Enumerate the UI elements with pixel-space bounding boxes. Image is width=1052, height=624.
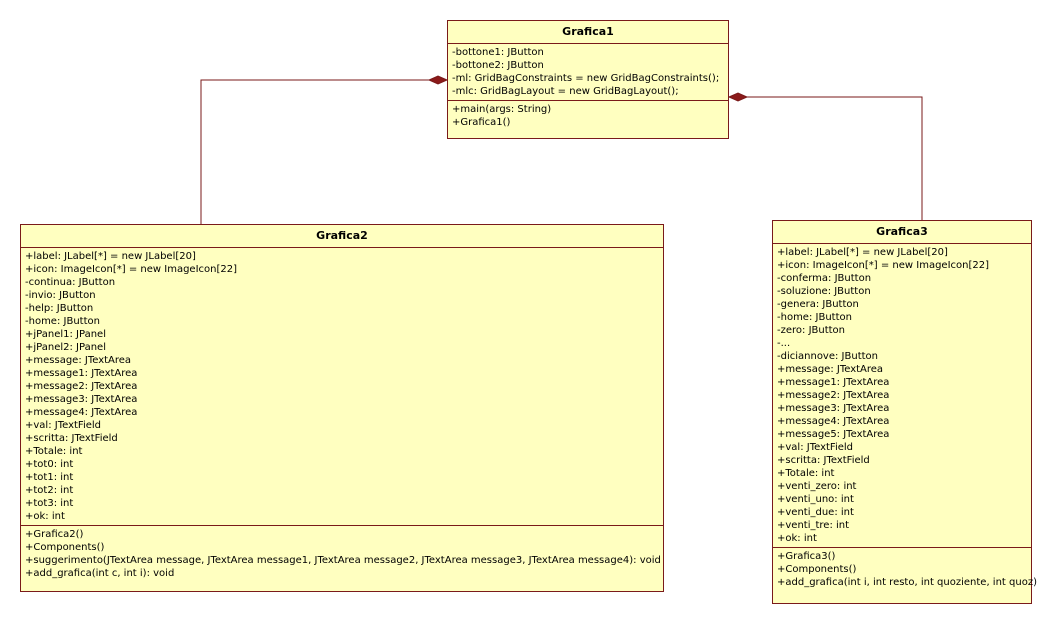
attribute-line: +Totale: int <box>777 468 835 479</box>
operation-line: +add_grafica(int i, int resto, int quozi… <box>777 577 1037 588</box>
attribute-line: -home: JButton <box>777 312 852 323</box>
attribute-line: +message: JTextArea <box>25 355 132 366</box>
attribute-line: +message4: JTextArea <box>25 407 138 418</box>
operation-line: +suggerimento(JTextArea message, JTextAr… <box>25 555 661 566</box>
attribute-line: +message2: JTextArea <box>777 390 890 401</box>
attributes-section: +label: JLabel[*] = new JLabel[20] +icon:… <box>773 244 1031 547</box>
attribute-line: +message: JTextArea <box>777 364 884 375</box>
attribute-line: +jPanel1: JPanel <box>25 329 106 340</box>
attribute-line: +message1: JTextArea <box>25 368 138 379</box>
class-name: Grafica1 <box>448 21 728 44</box>
attribute-line: -conferma: JButton <box>777 273 872 284</box>
attribute-line: +tot2: int <box>25 485 74 496</box>
attribute-line: +scritta: JTextField <box>777 455 870 466</box>
class-name: Grafica3 <box>773 221 1031 244</box>
operations-section: +Grafica3() +Components() +add_grafica(int… <box>773 547 1037 591</box>
attribute-line: -soluzione: JButton <box>777 286 871 297</box>
attribute-line: -diciannove: JButton <box>777 351 878 362</box>
attribute-line: -invio: JButton <box>25 290 96 301</box>
attribute-line: -continua: JButton <box>25 277 116 288</box>
attribute-line: +label: JLabel[*] = new JLabel[20] <box>777 247 948 258</box>
operation-line: +Components() <box>777 564 857 575</box>
attribute-line: +tot0: int <box>25 459 74 470</box>
attribute-line: +venti_zero: int <box>777 481 857 492</box>
attribute-line: +message3: JTextArea <box>25 394 138 405</box>
attribute-line: -home: JButton <box>25 316 100 327</box>
attribute-line: +label: JLabel[*] = new JLabel[20] <box>25 251 196 262</box>
attribute-line: +message4: JTextArea <box>777 416 890 427</box>
class-grafica3[interactable]: Grafica3 +label: JLabel[*] = new JLabel[… <box>772 220 1037 604</box>
attribute-line: +val: JTextField <box>25 420 102 431</box>
composition-diamond-grafica2 <box>427 75 449 85</box>
attribute-line: -zero: JButton <box>777 325 846 336</box>
attribute-line: -help: JButton <box>25 303 94 314</box>
class-grafica1[interactable]: Grafica1 -bottone1: JButton -bottone2: JB… <box>447 20 729 139</box>
operation-line: +add_grafica(int c, int i): void <box>25 568 175 579</box>
attribute-line: +venti_uno: int <box>777 494 854 505</box>
attribute-line: +message5: JTextArea <box>777 429 890 440</box>
operation-line: +Components() <box>25 542 105 553</box>
attributes-section: -bottone1: JButton -bottone2: JButton -ml:… <box>448 44 728 100</box>
attribute-line: +ok: int <box>25 511 65 522</box>
attribute-line: -ml: GridBagConstraints = new GridBagCon… <box>452 73 720 84</box>
operation-line: +Grafica3() <box>777 551 836 562</box>
attribute-line: +jPanel2: JPanel <box>25 342 106 353</box>
attribute-line: +ok: int <box>777 533 817 544</box>
operation-line: +main(args: String) <box>452 104 552 115</box>
attribute-line: +message1: JTextArea <box>777 377 890 388</box>
attribute-line: +scritta: JTextField <box>25 433 118 444</box>
attribute-line: +val: JTextField <box>777 442 854 453</box>
attribute-line: +icon: ImageIcon[*] = new ImageIcon[22] <box>777 260 990 271</box>
attribute-line: -mlc: GridBagLayout = new GridBagLayout(… <box>452 86 679 97</box>
attribute-line: -bottone1: JButton <box>452 47 544 58</box>
attribute-line: +venti_tre: int <box>777 520 850 531</box>
attribute-line: +tot3: int <box>25 498 74 509</box>
attribute-line: +tot1: int <box>25 472 74 483</box>
attribute-line: +icon: ImageIcon[*] = new ImageIcon[22] <box>25 264 238 275</box>
class-name: Grafica2 <box>21 225 663 248</box>
operation-line: +Grafica2() <box>25 529 84 540</box>
attribute-line: +message2: JTextArea <box>25 381 138 392</box>
composition-link-grafica3 <box>729 96 923 220</box>
attribute-line: +Totale: int <box>25 446 83 457</box>
operations-section: +main(args: String) +Grafica1() <box>448 100 728 131</box>
attribute-line: -genera: JButton <box>777 299 859 310</box>
operation-line: +Grafica1() <box>452 117 511 128</box>
attribute-line: -... <box>777 338 791 349</box>
attribute-line: +venti_due: int <box>777 507 854 518</box>
operations-section: +Grafica2() +Components() +suggerimento(JT… <box>21 525 663 582</box>
class-grafica2[interactable]: Grafica2 +label: JLabel[*] = new JLabel[… <box>20 224 664 592</box>
attribute-line: +message3: JTextArea <box>777 403 890 414</box>
attribute-line: -bottone2: JButton <box>452 60 544 71</box>
attributes-section: +label: JLabel[*] = new JLabel[20] +icon:… <box>21 248 663 525</box>
composition-link-grafica2 <box>200 79 447 224</box>
composition-diamond-grafica3 <box>727 92 749 102</box>
